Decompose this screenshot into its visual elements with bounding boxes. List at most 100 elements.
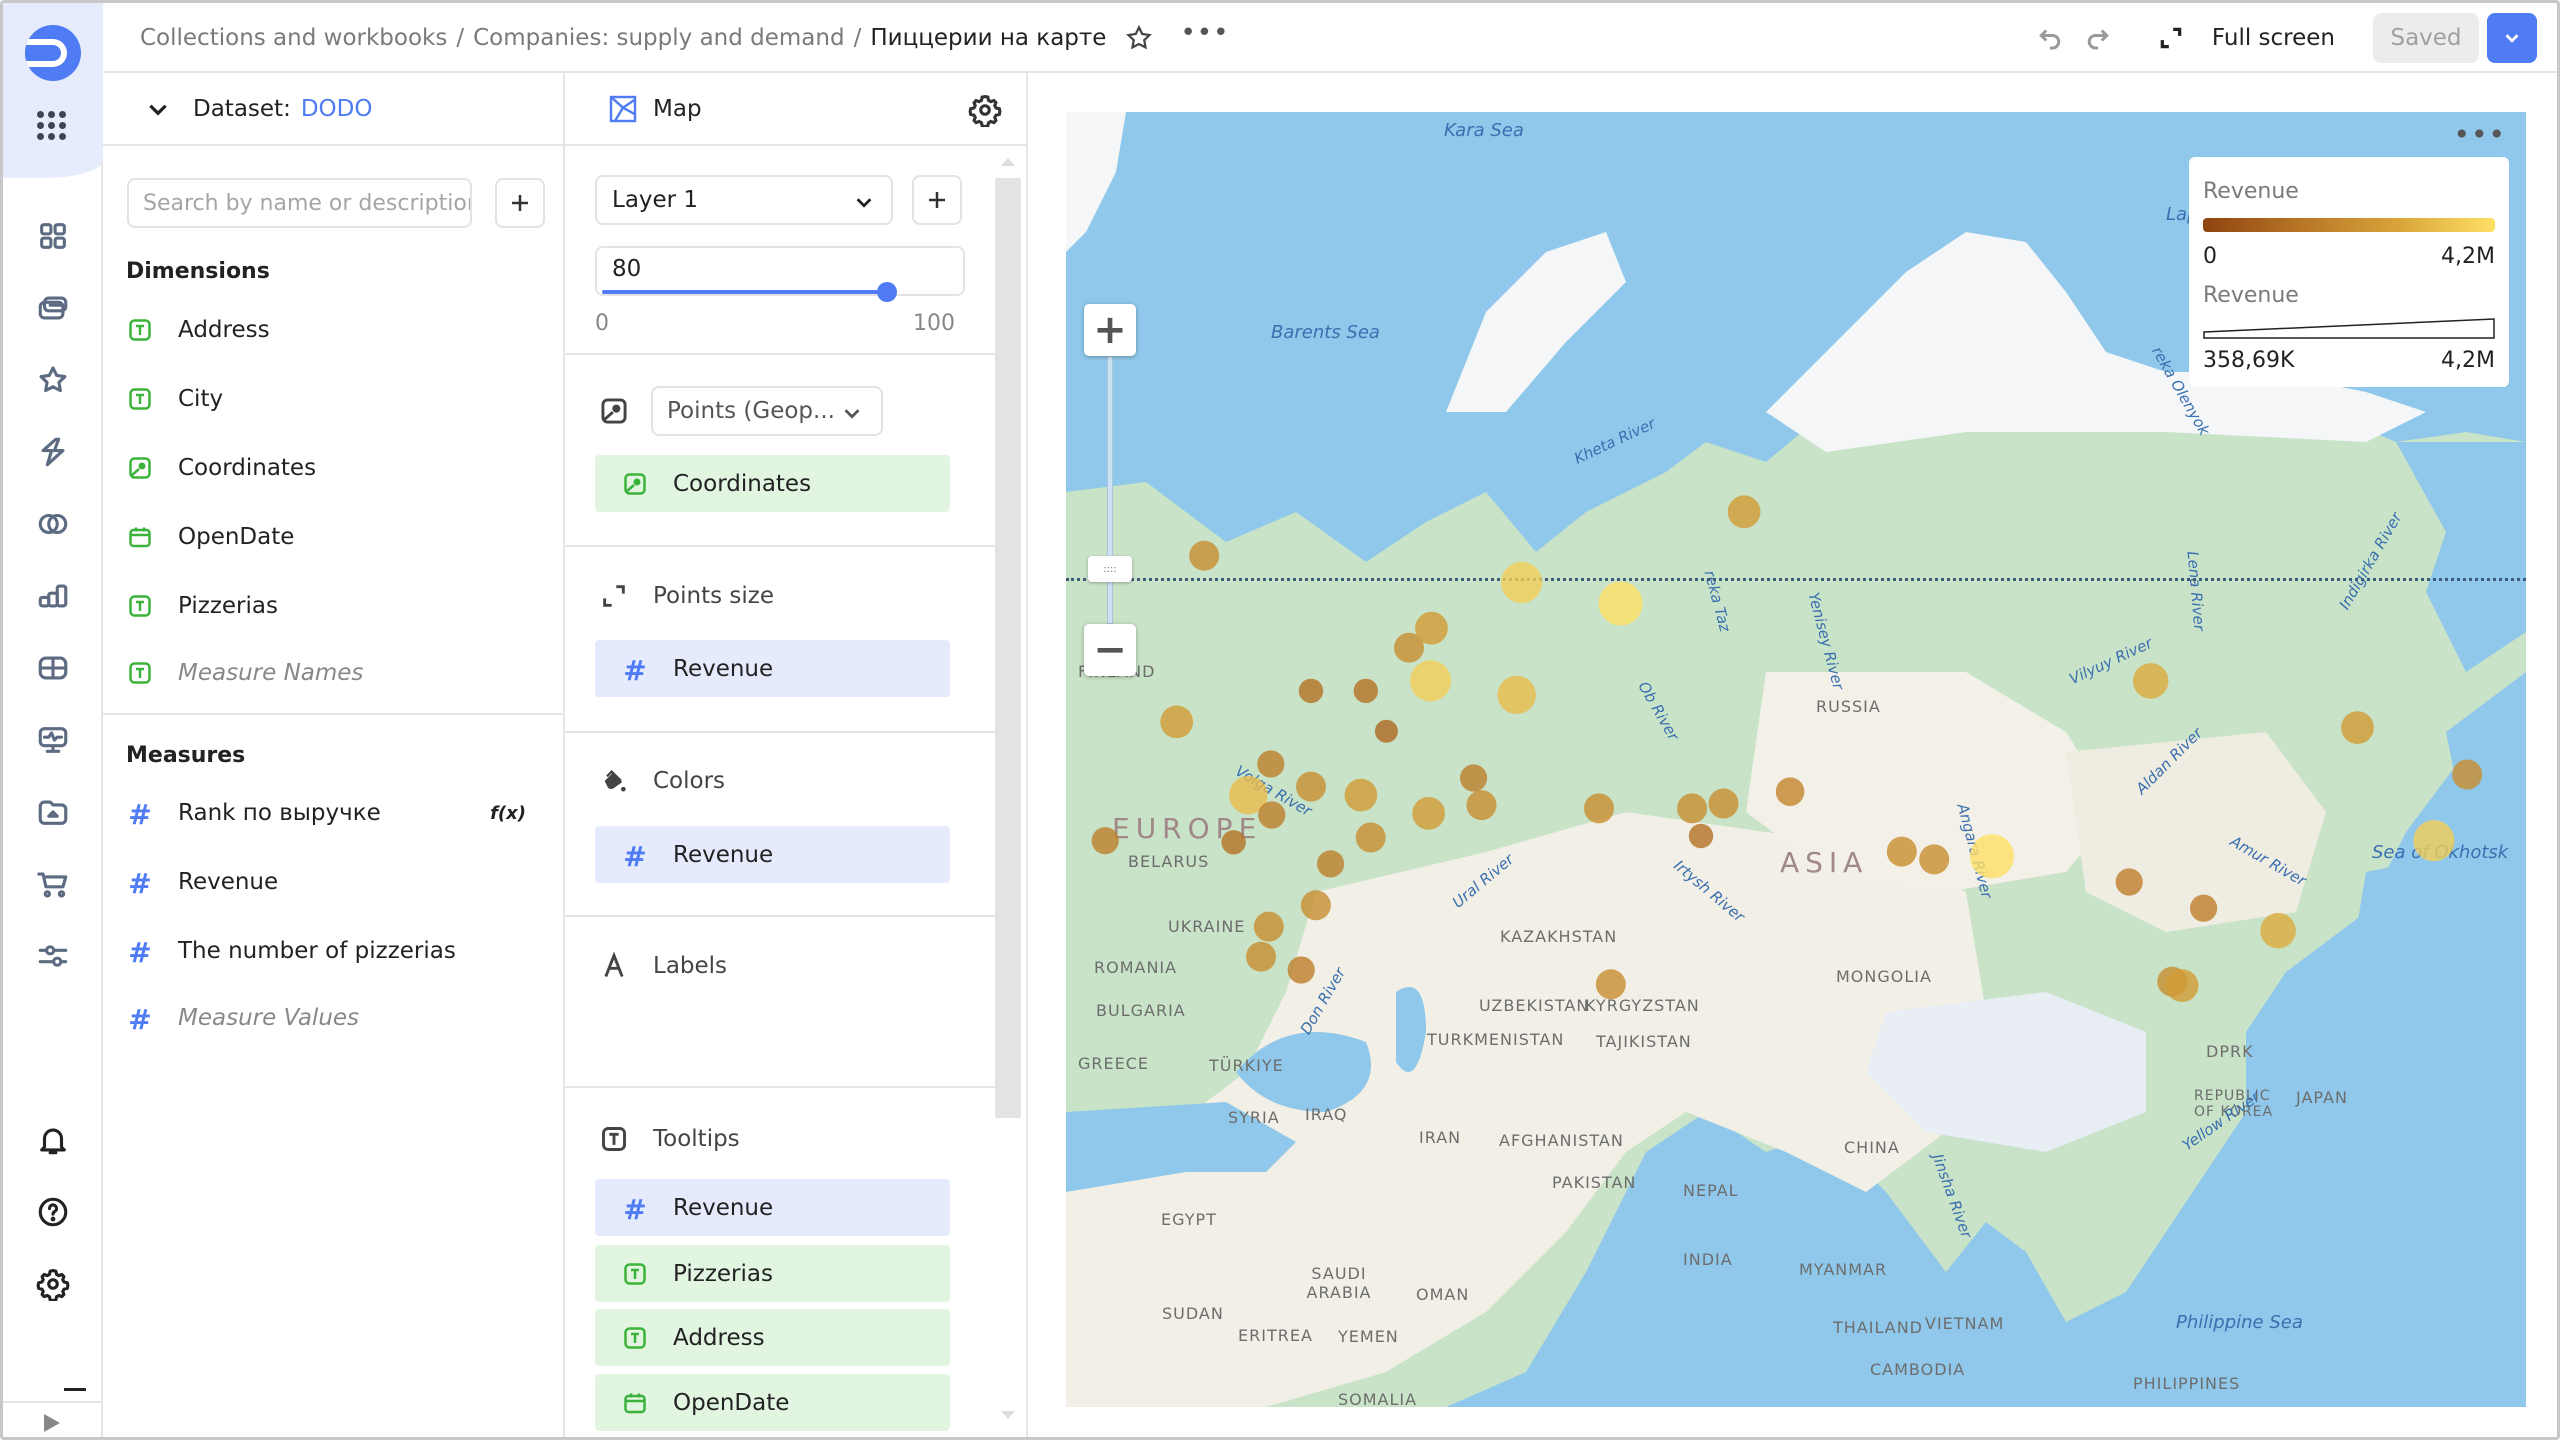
pizzeria-point[interactable] — [1415, 611, 1448, 645]
dataset-name[interactable]: DODO — [301, 96, 373, 122]
tooltip-field-chip[interactable]: Pizzerias — [595, 1245, 950, 1302]
chart-menu-button[interactable]: ••• — [2453, 118, 2506, 151]
pizzeria-point[interactable] — [1688, 823, 1714, 849]
dimension-item[interactable]: Measure Names — [128, 653, 548, 693]
monitor-pulse-icon[interactable] — [33, 720, 73, 760]
tooltip-field-chip[interactable]: # Revenue — [595, 1179, 950, 1236]
pizzeria-point[interactable] — [1501, 561, 1543, 604]
sliders-icon[interactable] — [33, 936, 73, 976]
undo-button[interactable] — [2034, 22, 2066, 54]
tooltip-field-chip[interactable]: OpenDate — [595, 1374, 950, 1431]
saved-button[interactable]: Saved — [2373, 13, 2479, 63]
layer-select[interactable]: Layer 1 — [595, 175, 893, 225]
pizzeria-point[interactable] — [1221, 830, 1246, 855]
zoom-slider-track[interactable] — [1107, 356, 1113, 624]
bell-icon[interactable] — [33, 1120, 73, 1160]
opacity-slider-track[interactable] — [602, 290, 886, 294]
zoom-in-button[interactable]: + — [1084, 304, 1136, 356]
dimension-item[interactable]: OpenDate — [128, 517, 548, 557]
pizzeria-point[interactable] — [1355, 822, 1386, 853]
redo-button[interactable] — [2082, 22, 2114, 54]
pizzeria-point[interactable] — [1091, 827, 1119, 855]
pizzeria-point[interactable] — [1595, 969, 1626, 1000]
visualization-type-selector[interactable]: Map — [565, 73, 1026, 146]
more-menu-button[interactable]: ••• — [1180, 20, 1229, 46]
pizzeria-point[interactable] — [2452, 759, 2483, 790]
zoom-out-button[interactable]: − — [1084, 624, 1136, 676]
scrollbar-thumb[interactable] — [995, 178, 1021, 1118]
pizzeria-point[interactable] — [1317, 850, 1345, 878]
pizzeria-point[interactable] — [1727, 495, 1761, 529]
dimension-item[interactable]: Coordinates — [128, 448, 548, 488]
chevron-down-icon[interactable] — [145, 96, 171, 122]
pizzeria-point[interactable] — [2260, 912, 2296, 949]
pizzeria-point[interactable] — [1409, 660, 1452, 702]
panel-scrollbar[interactable] — [995, 158, 1021, 1437]
lightning-icon[interactable] — [33, 432, 73, 472]
pizzeria-point[interactable] — [1466, 790, 1497, 821]
pizzeria-point[interactable] — [1253, 911, 1284, 942]
field-search-input[interactable] — [127, 178, 472, 228]
pizzeria-point[interactable] — [1344, 778, 1378, 812]
breadcrumb-workbook[interactable]: Companies: supply and demand — [473, 25, 844, 51]
favorite-star-icon[interactable] — [1124, 23, 1154, 53]
gear-icon[interactable] — [33, 1264, 73, 1304]
datalens-logo[interactable] — [25, 25, 81, 81]
pizzeria-point[interactable] — [1246, 941, 1276, 972]
help-icon[interactable] — [33, 1192, 73, 1232]
add-layer-button[interactable] — [912, 175, 962, 225]
opacity-slider-handle[interactable] — [877, 282, 897, 302]
folders-icon[interactable] — [33, 288, 73, 328]
folder-cloud-icon[interactable] — [33, 792, 73, 832]
star-icon[interactable] — [33, 360, 73, 400]
geo-type-select[interactable]: Points (Geop... — [651, 386, 883, 436]
scroll-up-arrow-icon[interactable] — [1001, 158, 1015, 166]
pizzeria-point[interactable] — [2115, 868, 2143, 896]
pizzeria-point[interactable] — [2132, 663, 2169, 699]
pizzeria-point[interactable] — [1296, 771, 1326, 802]
dataset-header[interactable]: Dataset: DODO — [103, 73, 563, 146]
measure-item[interactable]: # Revenue — [128, 862, 548, 902]
rings-icon[interactable] — [33, 504, 73, 544]
pizzeria-point[interactable] — [1598, 581, 1643, 626]
map-canvas[interactable]: Kara Sea Barents Sea Laptev Sea Sea of O… — [1066, 112, 2526, 1407]
fullscreen-button[interactable]: Full screen — [2158, 25, 2335, 51]
table-grid-icon[interactable] — [33, 648, 73, 688]
pizzeria-point[interactable] — [2341, 711, 2374, 744]
labels-section[interactable]: Labels — [599, 951, 727, 981]
pizzeria-point[interactable] — [1287, 956, 1315, 984]
opacity-input[interactable]: 80 — [595, 246, 965, 296]
points-size-field-chip[interactable]: # Revenue — [595, 640, 950, 697]
dimension-item[interactable]: Address — [128, 310, 548, 350]
pizzeria-point[interactable] — [1298, 678, 1324, 704]
pizzeria-point[interactable] — [1258, 801, 1286, 829]
scroll-down-arrow-icon[interactable] — [1001, 1411, 1015, 1419]
pizzeria-point[interactable] — [1300, 890, 1331, 921]
pizzeria-point[interactable] — [1412, 797, 1445, 830]
pizzeria-point[interactable] — [1886, 836, 1917, 867]
pizzeria-point[interactable] — [1257, 750, 1285, 778]
pizzeria-point[interactable] — [2165, 969, 2199, 1002]
pizzeria-point[interactable] — [1189, 540, 1220, 571]
colors-field-chip[interactable]: # Revenue — [595, 826, 950, 883]
pizzeria-point[interactable] — [1460, 764, 1488, 792]
pizzeria-point[interactable] — [1708, 788, 1739, 819]
pizzeria-point[interactable] — [2413, 820, 2455, 862]
measure-item[interactable]: # Rank по выручке f(x) — [128, 793, 548, 833]
pizzeria-point[interactable] — [1160, 705, 1194, 739]
measure-item[interactable]: # The number of pizzerias — [128, 931, 548, 971]
geo-field-chip[interactable]: Coordinates — [595, 455, 950, 512]
tooltip-field-chip[interactable]: Address — [595, 1309, 950, 1366]
measure-item[interactable]: # Measure Values — [128, 998, 548, 1038]
chart-bars-icon[interactable] — [33, 576, 73, 616]
expand-nav-button[interactable] — [3, 1401, 101, 1437]
pizzeria-point[interactable] — [1497, 675, 1536, 715]
chart-settings-button[interactable] — [968, 93, 1002, 129]
pizzeria-point[interactable] — [1353, 678, 1378, 704]
pizzeria-point[interactable] — [1775, 777, 1805, 806]
pizzeria-point[interactable] — [1919, 844, 1950, 875]
grid-icon[interactable] — [33, 216, 73, 256]
pizzeria-point[interactable] — [1970, 834, 2014, 879]
breadcrumb-collections[interactable]: Collections and workbooks — [140, 25, 447, 51]
zoom-slider-handle[interactable]: :::: — [1088, 556, 1132, 582]
